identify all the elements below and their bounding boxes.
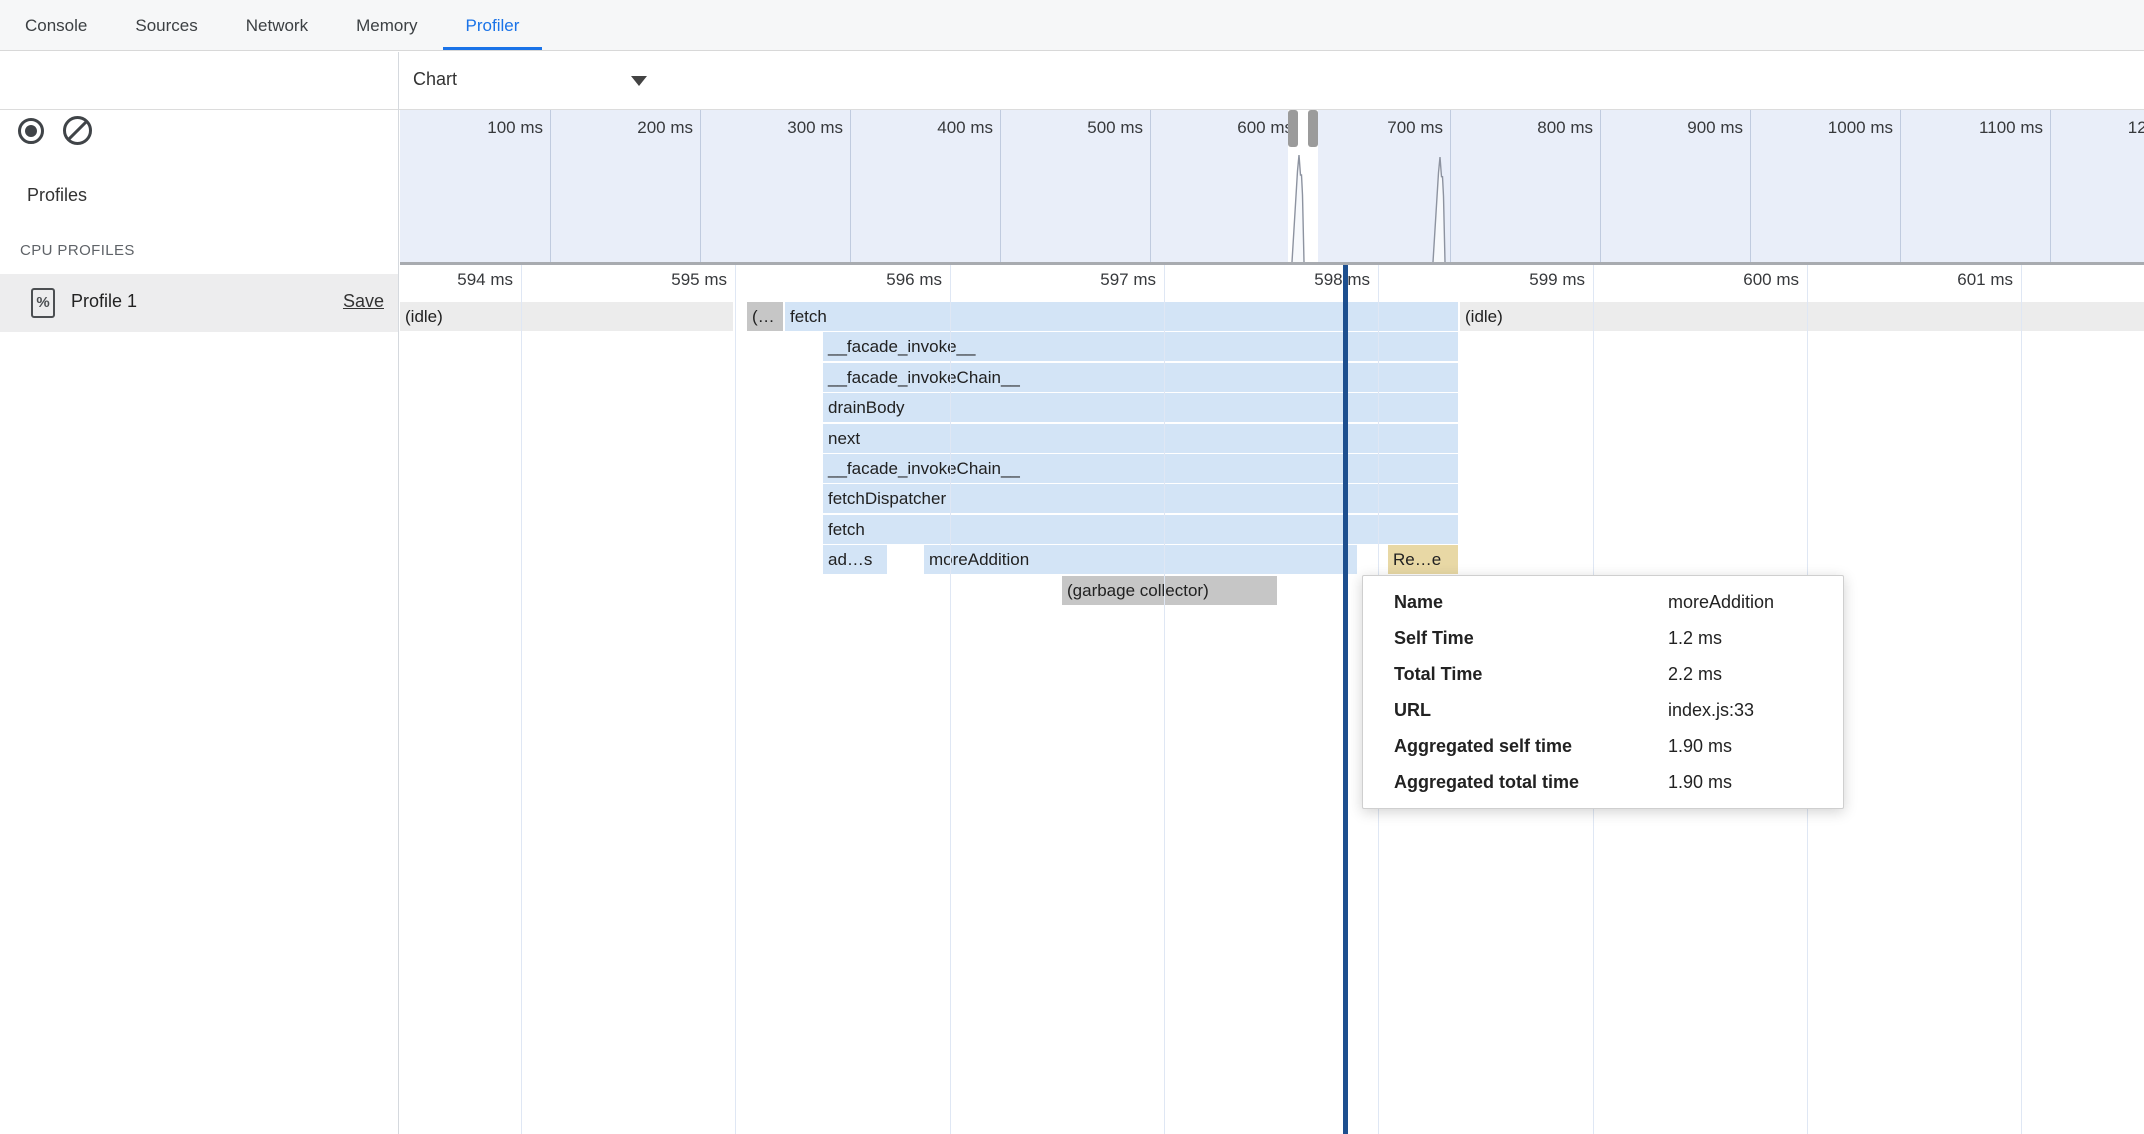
detail-gridline — [950, 265, 951, 1134]
detail-tick-label: 598 ms — [1230, 270, 1370, 290]
flame-bar-facadeinvokechain[interactable]: __facade_invokeChain__ — [823, 454, 1458, 483]
flame-bar-facadeinvoke[interactable]: __facade_invoke__ — [823, 332, 1458, 361]
detail-gridline — [1164, 265, 1165, 1134]
sidebar-divider — [398, 52, 399, 1134]
flame-bar-fetch[interactable]: fetch — [823, 515, 1458, 544]
flame-bar-idle[interactable]: (idle) — [400, 302, 733, 331]
devtools-tab-bar: ConsoleSourcesNetworkMemoryProfiler — [0, 0, 2144, 51]
overview-tick-label: 300 ms — [698, 118, 843, 138]
tooltip-row: URLindex.js:33 — [1363, 692, 1843, 728]
cpu-activity-spike — [1291, 155, 1307, 262]
tooltip-label: Aggregated total time — [1394, 764, 1668, 800]
flame-bar-ree[interactable]: Re…e — [1388, 545, 1458, 574]
tooltip-label: Aggregated self time — [1394, 728, 1668, 764]
tooltip-label: Total Time — [1394, 656, 1668, 692]
view-mode-select[interactable]: Chart — [413, 52, 673, 109]
detail-tick-label: 596 ms — [802, 270, 942, 290]
tooltip-label: URL — [1394, 692, 1668, 728]
detail-gridline — [735, 265, 736, 1134]
tooltip-value: index.js:33 — [1668, 692, 1843, 728]
tab-profiler[interactable]: Profiler — [443, 0, 543, 50]
detail-tick-label: 599 ms — [1445, 270, 1585, 290]
flame-bar-ads[interactable]: ad…s — [823, 545, 887, 574]
flame-bar-idle[interactable]: (idle) — [1460, 302, 2144, 331]
timeline-overview[interactable]: 100 ms200 ms300 ms400 ms500 ms600 ms700 … — [400, 110, 2144, 262]
detail-tick-label: 601 ms — [1873, 270, 2013, 290]
tooltip-label: Name — [1394, 584, 1668, 620]
dropdown-arrow-icon — [631, 76, 647, 86]
overview-tick-label: 1000 ms — [1748, 118, 1893, 138]
overview-tick-label: 600 ms — [1148, 118, 1293, 138]
overview-tick-label: 700 ms — [1298, 118, 1443, 138]
tooltip-row: NamemoreAddition — [1363, 584, 1843, 620]
overview-tick-label: 400 ms — [848, 118, 993, 138]
tab-console[interactable]: Console — [2, 0, 110, 50]
tooltip-label: Self Time — [1394, 620, 1668, 656]
profile-list-item[interactable]: % Profile 1 Save — [0, 274, 398, 332]
detail-tick-label: 600 ms — [1659, 270, 1799, 290]
tooltip-value: moreAddition — [1668, 584, 1843, 620]
overview-tick-label: 900 ms — [1598, 118, 1743, 138]
profiles-heading: Profiles — [27, 185, 87, 206]
overview-tick-label: 800 ms — [1448, 118, 1593, 138]
time-marker-line — [1343, 265, 1348, 1134]
cpu-activity-spike — [1432, 157, 1448, 262]
profiles-sidebar: Profiles CPU PROFILES % Profile 1 Save — [0, 52, 398, 1134]
overview-tick-label: 100 ms — [400, 118, 543, 138]
record-icon[interactable] — [18, 118, 44, 144]
flame-bar-facadeinvokechain[interactable]: __facade_invokeChain__ — [823, 363, 1458, 392]
tab-network[interactable]: Network — [223, 0, 331, 50]
profile-name: Profile 1 — [71, 291, 137, 312]
cpu-profiles-section-label: CPU PROFILES — [20, 242, 135, 259]
frame-details-tooltip: NamemoreAdditionSelf Time1.2 msTotal Tim… — [1362, 575, 1844, 809]
tab-memory[interactable]: Memory — [333, 0, 440, 50]
clear-icon[interactable] — [63, 116, 92, 145]
detail-tick-label: 597 ms — [1016, 270, 1156, 290]
tooltip-value: 1.90 ms — [1668, 764, 1843, 800]
flame-chart[interactable]: 594 ms 595 ms 596 ms 597 ms 598 ms 599 ms 600 … — [400, 265, 2144, 1134]
profiler-toolbar — [0, 52, 398, 110]
view-mode-value: Chart — [413, 69, 457, 90]
selection-right-handle[interactable] — [1308, 110, 1318, 147]
flame-bar-next[interactable]: next — [823, 424, 1458, 453]
detail-tick-label: 595 ms — [587, 270, 727, 290]
flame-bar-drainbody[interactable]: drainBody — [823, 393, 1458, 422]
detail-tick-label: 594 ms — [400, 270, 513, 290]
profile-document-icon: % — [31, 288, 55, 318]
flame-bar-moreaddition[interactable]: moreAddition — [924, 545, 1357, 574]
detail-gridline — [2021, 265, 2022, 1134]
chart-view-toolbar: Chart — [399, 52, 2144, 110]
tab-sources[interactable]: Sources — [112, 0, 220, 50]
devtools-window: ConsoleSourcesNetworkMemoryProfiler Prof… — [0, 0, 2144, 1134]
overview-tick-label: 1200 ms — [2048, 118, 2144, 138]
overview-tick-label: 1100 ms — [1898, 118, 2043, 138]
selection-left-handle[interactable] — [1288, 110, 1298, 147]
tooltip-value: 1.90 ms — [1668, 728, 1843, 764]
flame-bar-fetch[interactable]: fetch — [785, 302, 1458, 331]
tooltip-value: 2.2 ms — [1668, 656, 1843, 692]
overview-tick-label: 500 ms — [998, 118, 1143, 138]
tooltip-row: Total Time2.2 ms — [1363, 656, 1843, 692]
tooltip-row: Self Time1.2 ms — [1363, 620, 1843, 656]
flame-bar-fetchdispatcher[interactable]: fetchDispatcher — [823, 484, 1458, 513]
save-profile-link[interactable]: Save — [343, 291, 384, 312]
tooltip-row: Aggregated self time1.90 ms — [1363, 728, 1843, 764]
tooltip-row: Aggregated total time1.90 ms — [1363, 764, 1843, 800]
flame-bar-[interactable]: (… — [747, 302, 783, 331]
overview-tick-label: 200 ms — [548, 118, 693, 138]
tooltip-value: 1.2 ms — [1668, 620, 1843, 656]
flame-bar-garbagecollector[interactable]: (garbage collector) — [1062, 576, 1277, 605]
detail-gridline — [521, 265, 522, 1134]
